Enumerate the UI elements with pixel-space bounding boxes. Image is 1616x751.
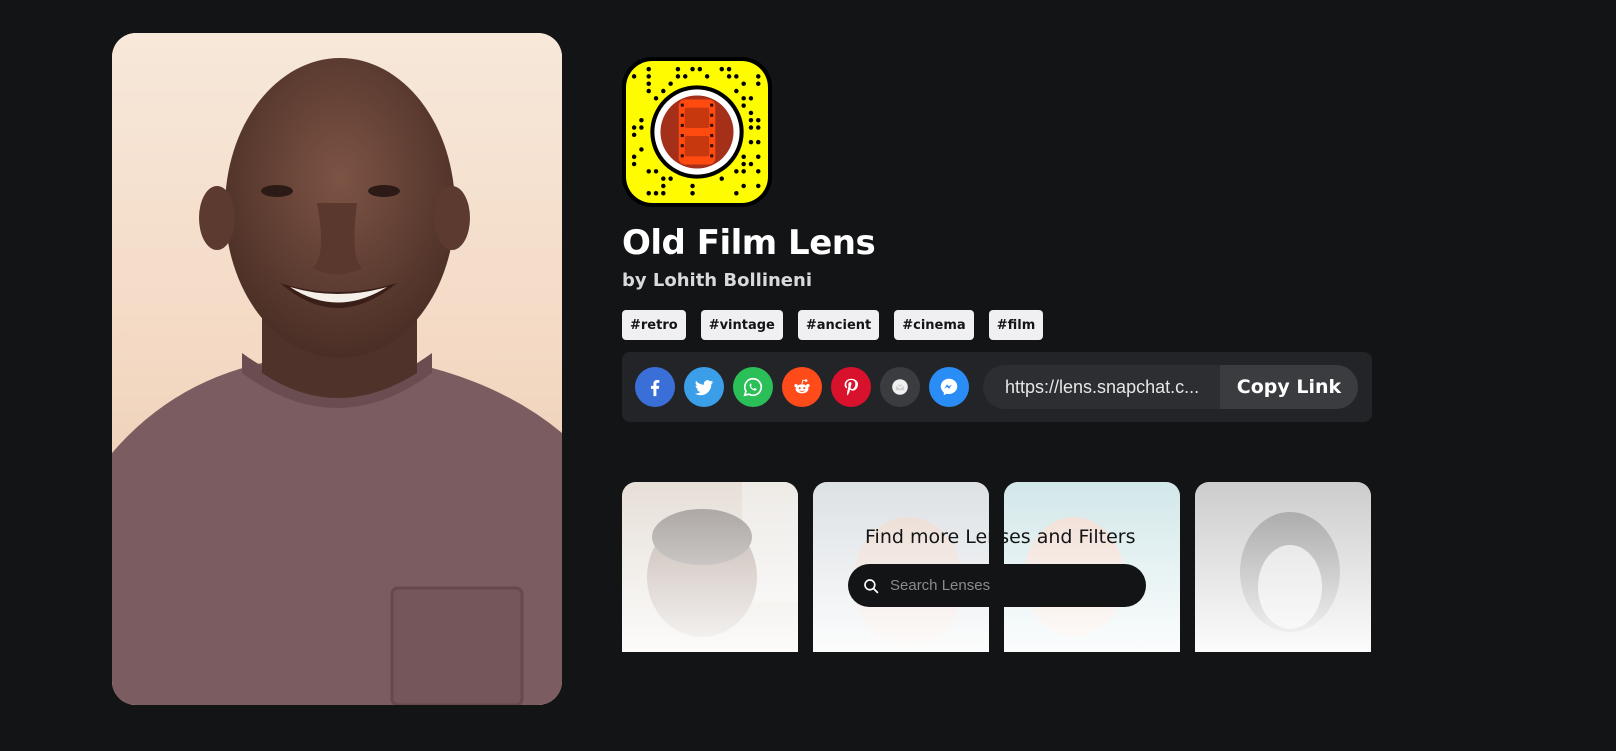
share-reddit-button[interactable] bbox=[782, 367, 822, 407]
lens-link-text[interactable]: https://lens.snapchat.c... bbox=[983, 377, 1220, 398]
snapcode bbox=[622, 57, 772, 207]
tag-list: #retro #vintage #ancient #cinema #film bbox=[622, 310, 1044, 340]
whatsapp-icon bbox=[743, 377, 763, 397]
tag-film[interactable]: #film bbox=[988, 310, 1044, 340]
lens-preview-image bbox=[112, 33, 562, 705]
search-placeholder: Search Lenses bbox=[890, 577, 991, 594]
tag-vintage[interactable]: #vintage bbox=[700, 310, 783, 340]
search-lenses-input[interactable]: Search Lenses bbox=[848, 564, 1146, 607]
lens-author: by Lohith Bollineni bbox=[622, 270, 812, 291]
reddit-icon bbox=[794, 379, 810, 394]
messenger-icon bbox=[940, 378, 958, 396]
tag-ancient[interactable]: #ancient bbox=[797, 310, 880, 340]
pinterest-icon bbox=[844, 378, 859, 396]
share-bar: https://lens.snapchat.c... Copy Link bbox=[622, 352, 1372, 422]
search-icon bbox=[864, 578, 879, 593]
tag-retro[interactable]: #retro bbox=[622, 310, 686, 340]
lens-thumbnail[interactable] bbox=[622, 482, 798, 652]
share-twitter-button[interactable] bbox=[684, 367, 724, 407]
email-icon bbox=[892, 379, 908, 395]
facebook-icon bbox=[650, 379, 660, 397]
lens-title: Old Film Lens bbox=[622, 223, 876, 263]
lens-link-box: https://lens.snapchat.c... Copy Link bbox=[983, 365, 1358, 409]
lens-thumbnail[interactable] bbox=[1195, 482, 1371, 652]
tag-cinema[interactable]: #cinema bbox=[894, 310, 974, 340]
share-messenger-button[interactable] bbox=[929, 367, 969, 407]
copy-link-button[interactable]: Copy Link bbox=[1220, 365, 1358, 409]
share-email-button[interactable] bbox=[880, 367, 920, 407]
share-pinterest-button[interactable] bbox=[831, 367, 871, 407]
share-facebook-button[interactable] bbox=[635, 367, 675, 407]
more-lenses-title: Find more Lenses and Filters bbox=[865, 526, 1136, 548]
twitter-icon bbox=[694, 380, 714, 396]
share-whatsapp-button[interactable] bbox=[733, 367, 773, 407]
